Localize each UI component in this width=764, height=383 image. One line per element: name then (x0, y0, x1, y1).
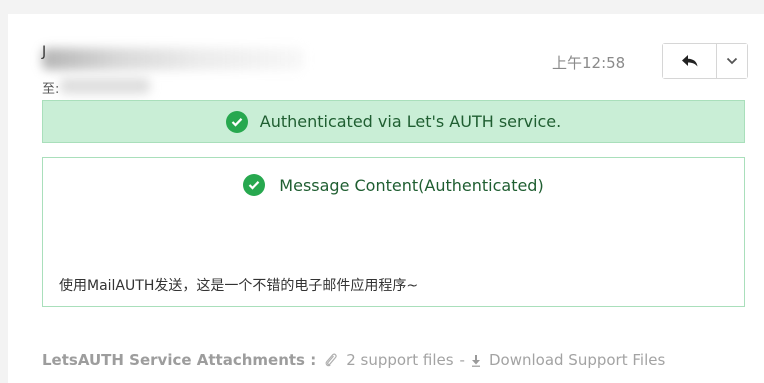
message-content-box: Message Content(Authenticated) 使用MailAUT… (42, 157, 745, 307)
auth-banner: Authenticated via Let's AUTH service. (42, 100, 745, 143)
download-support-files-label: Download Support Files (488, 351, 666, 369)
recipient-redacted (60, 78, 150, 94)
email-card: J 至: 上午12:58 Authenticated via Let's AUT… (8, 14, 764, 383)
reply-button[interactable] (663, 44, 717, 78)
attachment-count: 2 support files (346, 351, 454, 369)
chevron-down-icon (726, 57, 738, 65)
recipient-prefix: 至: (42, 82, 60, 97)
sender-block: J 至: (42, 42, 342, 97)
check-circle-icon (243, 174, 266, 196)
sender-name-redacted (42, 48, 304, 70)
message-title: Message Content(Authenticated) (279, 175, 544, 195)
download-support-files-link[interactable]: Download Support Files (471, 351, 665, 369)
paperclip-icon (324, 352, 338, 368)
attachments-label: LetsAUTH Service Attachments : (42, 351, 317, 369)
reply-arrow-icon (681, 55, 697, 67)
auth-banner-text: Authenticated via Let's AUTH service. (259, 112, 562, 131)
attachments-bar: LetsAUTH Service Attachments : 2 support… (42, 351, 665, 369)
message-actions (662, 43, 748, 79)
check-circle-icon (225, 110, 248, 133)
sender-initial: J (42, 44, 47, 60)
message-title-row: Message Content(Authenticated) (43, 174, 744, 196)
more-actions-button[interactable] (717, 44, 747, 78)
message-time: 上午12:58 (552, 54, 626, 72)
message-body: 使用MailAUTH发送，这是一个不错的电子邮件应用程序~ (59, 278, 419, 294)
download-arrow-icon (471, 354, 481, 367)
attachment-separator: - (459, 351, 465, 369)
